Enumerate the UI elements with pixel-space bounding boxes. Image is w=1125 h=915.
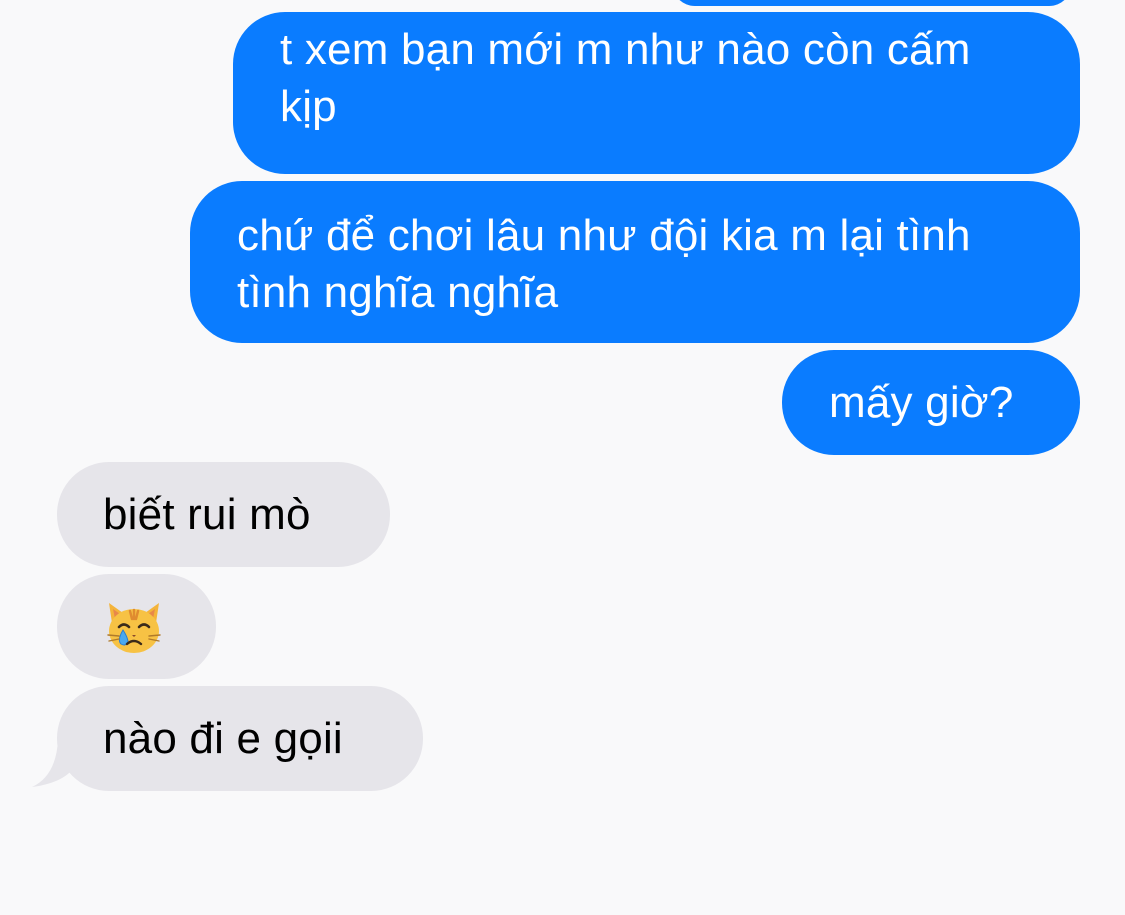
chat-thread: t xem bạn mới m như nào còn cấm kịp chứ … [0, 0, 1125, 915]
message-text-line: mấy giờ? [829, 378, 1014, 427]
message-text-line: nào đi e gọii [103, 714, 343, 763]
message-text-line: chứ để chơi lâu như đội kia m lại tình [237, 211, 971, 260]
message-bubble-received-emoji[interactable] [57, 574, 216, 679]
message-bubble-previous-partial[interactable] [672, 0, 1072, 6]
message-bubble-sent[interactable]: chứ để chơi lâu như đội kia m lại tình t… [190, 181, 1080, 343]
message-text-line: tình nghĩa nghĩa [237, 268, 559, 317]
message-bubble-received[interactable]: nào đi e gọii [57, 686, 423, 791]
message-text-line: kịp [280, 82, 337, 131]
message-bubble-sent[interactable]: t xem bạn mới m như nào còn cấm kịp [233, 12, 1080, 174]
message-bubble-received[interactable]: biết rui mò [57, 462, 390, 567]
crying-cat-face-icon [107, 603, 161, 653]
message-text-line: t xem bạn mới m như nào còn cấm [280, 25, 971, 74]
message-text-line: biết rui mò [103, 490, 311, 539]
message-bubble-sent[interactable]: mấy giờ? [782, 350, 1080, 455]
